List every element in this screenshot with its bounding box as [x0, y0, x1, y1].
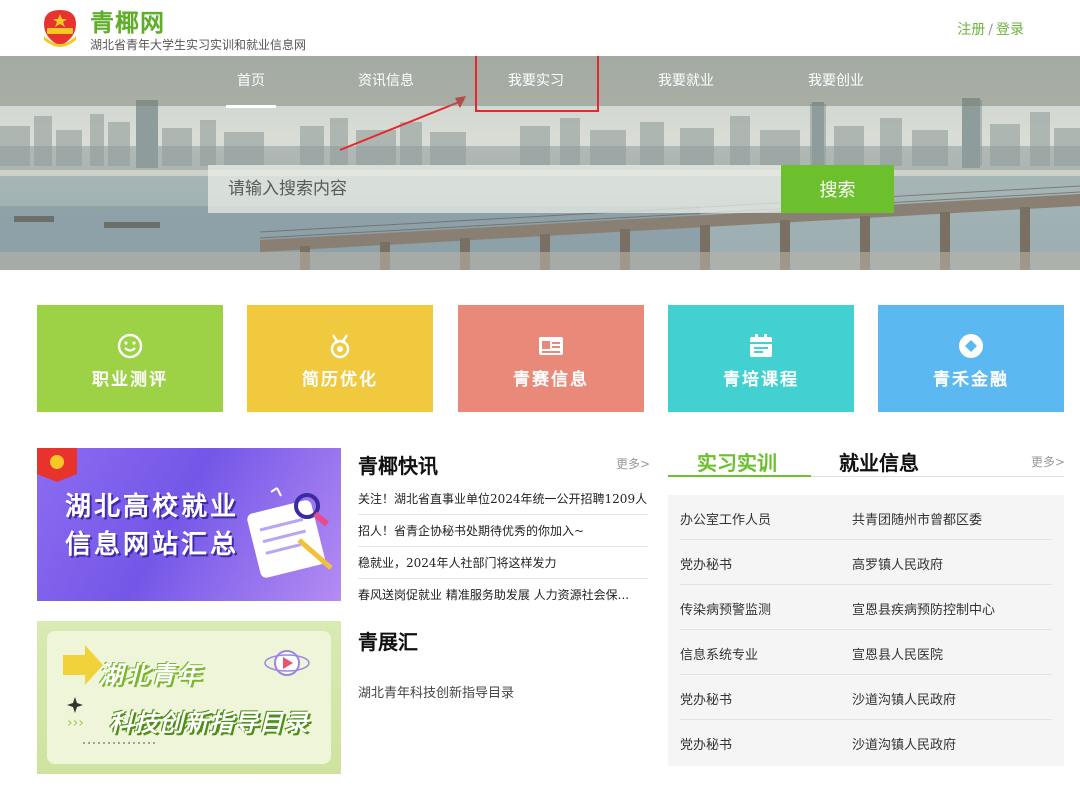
jobs-more-link[interactable]: 更多>	[1031, 453, 1065, 470]
job-list: 办公室工作人员 共青团随州市曾都区委 党办秘书 高罗镇人民政府 传染病预警监测 …	[668, 495, 1064, 766]
search-input[interactable]	[208, 165, 782, 213]
job-org: 沙道沟镇人民政府	[852, 693, 957, 708]
news-more-link[interactable]: 更多>	[616, 455, 650, 472]
tile-label: 简历优化	[302, 370, 378, 390]
calendar-icon	[750, 334, 772, 357]
tab-employment-info[interactable]: 就业信息	[839, 447, 919, 476]
nav-item-employment[interactable]: 我要就业	[636, 56, 736, 106]
tile-label: 青培课程	[723, 370, 799, 390]
table-row[interactable]: 传染病预警监测 宣恩县疾病预防控制中心	[680, 585, 1052, 630]
job-org: 沙道沟镇人民政府	[852, 738, 957, 753]
auth-links: 注册 / 登录	[957, 19, 1024, 39]
promo-title-line2: 科技创新指导目录	[109, 709, 309, 737]
auth-separator: /	[988, 22, 993, 38]
promo-illustration: ›››	[63, 645, 310, 744]
news-item[interactable]: 稳就业，2024年人社部门将这样发力	[358, 548, 648, 579]
tab-internship[interactable]: 实习实训	[697, 447, 777, 476]
nav-item-startup[interactable]: 我要创业	[786, 56, 886, 106]
tab-active-underline	[668, 475, 811, 477]
svg-text:›››: ›››	[67, 715, 84, 731]
tile-finance[interactable]: 青禾金融	[878, 305, 1064, 412]
site-name[interactable]: 青椰网	[90, 3, 165, 38]
tile-contest-info[interactable]: 青赛信息	[458, 305, 644, 412]
hero-banner: 首页 资讯信息 我要实习 我要就业 我要创业 搜索	[0, 56, 1080, 270]
register-link[interactable]: 注册	[957, 22, 985, 38]
expo-item[interactable]: 湖北青年科技创新指导目录	[358, 682, 514, 701]
promo-title-line1: 湖北高校就业	[65, 492, 240, 522]
table-row[interactable]: 党办秘书 高罗镇人民政府	[680, 540, 1052, 585]
table-row[interactable]: 党办秘书 沙道沟镇人民政府	[680, 675, 1052, 720]
promo-youth-tech-innovation[interactable]: ››› 湖北青年 科技创新指导目录	[37, 621, 341, 774]
tile-training-course[interactable]: 青培课程	[668, 305, 854, 412]
news-section-title: 青椰快讯	[358, 454, 438, 478]
job-org: 共青团随州市曾都区委	[852, 513, 983, 528]
diamond-icon	[959, 334, 983, 358]
table-row[interactable]: 办公室工作人员 共青团随州市曾都区委	[680, 495, 1052, 540]
job-title: 党办秘书	[680, 738, 733, 753]
job-org: 高罗镇人民政府	[852, 558, 944, 573]
job-title: 党办秘书	[680, 693, 733, 708]
tile-resume-optimize[interactable]: 简历优化	[247, 305, 433, 412]
job-org: 宣恩县人民医院	[852, 648, 944, 663]
smiley-icon	[117, 333, 143, 359]
login-link[interactable]: 登录	[996, 22, 1024, 38]
job-title: 传染病预警监测	[680, 603, 772, 618]
search-button[interactable]: 搜索	[781, 165, 894, 213]
job-title: 办公室工作人员	[680, 513, 772, 528]
tile-label: 青赛信息	[513, 370, 589, 390]
tile-career-assessment[interactable]: 职业测评	[37, 305, 223, 412]
site-logo-icon[interactable]	[40, 6, 80, 50]
site-subtitle: 湖北省青年大学生实习实训和就业信息网	[90, 38, 307, 52]
tile-label: 青禾金融	[933, 370, 1009, 390]
job-org: 宣恩县疾病预防控制中心	[852, 603, 996, 618]
id-card-icon	[539, 337, 563, 355]
expo-section-title: 青展汇	[358, 630, 418, 654]
table-row[interactable]: 党办秘书 沙道沟镇人民政府	[680, 720, 1052, 765]
tab-divider	[811, 476, 1064, 477]
news-item[interactable]: 春风送岗促就业 精准服务助发展 人力资源社会保...	[358, 580, 648, 611]
news-item[interactable]: 关注！湖北省直事业单位2024年统一公开招聘1209人	[358, 484, 648, 515]
annotation-highlight-box	[475, 56, 599, 112]
job-title: 信息系统专业	[680, 648, 759, 663]
medal-icon	[330, 334, 350, 359]
nav-item-home[interactable]: 首页	[201, 56, 301, 108]
promo-title-line1: 湖北青年	[99, 661, 203, 689]
promo-university-job-sites[interactable]: 湖北高校就业 信息网站汇总	[37, 448, 341, 601]
promo-title-line2: 信息网站汇总	[65, 530, 240, 560]
job-title: 党办秘书	[680, 558, 733, 573]
nav-item-news[interactable]: 资讯信息	[336, 56, 436, 106]
news-item[interactable]: 招人！省青企协秘书处期待优秀的你加入~	[358, 516, 648, 547]
table-row[interactable]: 信息系统专业 宣恩县人民医院	[680, 630, 1052, 675]
tile-label: 职业测评	[92, 370, 168, 390]
